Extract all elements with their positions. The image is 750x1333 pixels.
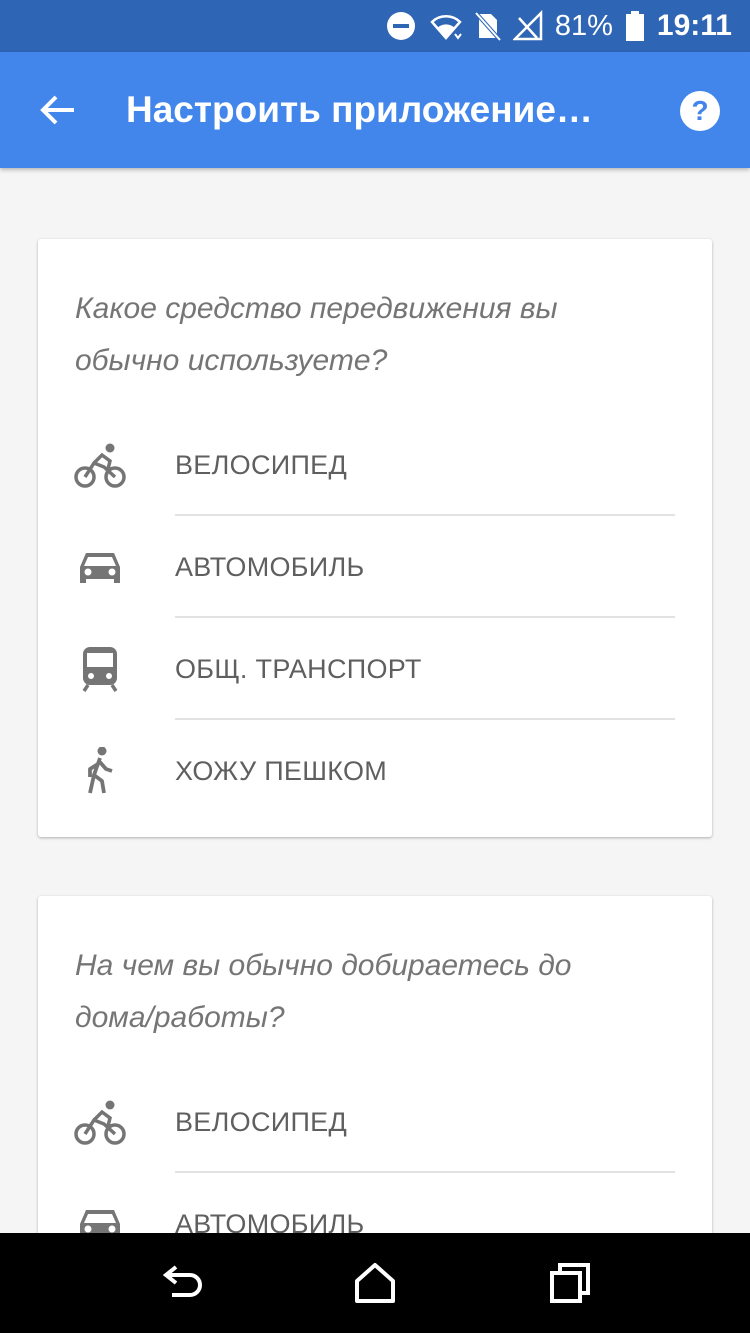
option-label: ВЕЛОСИПЕД [175, 1107, 348, 1137]
option-walk[interactable]: ХОЖУ ПЕШКОМ [38, 720, 712, 822]
help-icon[interactable]: ? [679, 90, 721, 132]
arrow-back-icon[interactable] [36, 88, 80, 132]
dnd-icon [385, 10, 417, 42]
svg-text:?: ? [691, 95, 708, 126]
option-label: ВЕЛОСИПЕД [175, 450, 348, 480]
bike-icon [74, 1098, 126, 1146]
nav-recents-icon[interactable] [546, 1261, 594, 1305]
wifi-icon [429, 10, 463, 42]
nav-back-icon[interactable] [158, 1261, 206, 1305]
navigation-bar [0, 1233, 750, 1333]
transit-icon [74, 645, 126, 693]
battery-icon [625, 10, 645, 42]
no-signal-icon [512, 10, 543, 42]
question-card-transport: Какое средство передвижения вы обычно ис… [38, 239, 712, 837]
no-sim-icon [474, 10, 501, 42]
option-label: АВТОМОБИЛЬ [175, 552, 365, 582]
app-bar: Настроить приложение… ? [0, 52, 750, 168]
status-time: 19:11 [656, 9, 732, 42]
question-text: Какое средство передвижения вы обычно ис… [75, 292, 558, 377]
status-bar: 81% 19:11 [0, 0, 750, 52]
car-icon [74, 543, 126, 591]
nav-home-icon[interactable] [351, 1261, 399, 1305]
bike-icon [74, 441, 126, 489]
page-title: Настроить приложение… [126, 89, 593, 130]
walk-icon [74, 746, 126, 795]
option-bike[interactable]: ВЕЛОСИПЕД [38, 1071, 712, 1173]
option-bike[interactable]: ВЕЛОСИПЕД [38, 414, 712, 516]
question-text: На чем вы обычно добираетесь до дома/раб… [75, 949, 572, 1034]
option-label: ОБЩ. ТРАНСПОРТ [175, 654, 422, 684]
battery-percent: 81% [554, 9, 613, 42]
option-car[interactable]: АВТОМОБИЛЬ [38, 516, 712, 618]
option-label: ХОЖУ ПЕШКОМ [175, 756, 388, 786]
option-transit[interactable]: ОБЩ. ТРАНСПОРТ [38, 618, 712, 720]
